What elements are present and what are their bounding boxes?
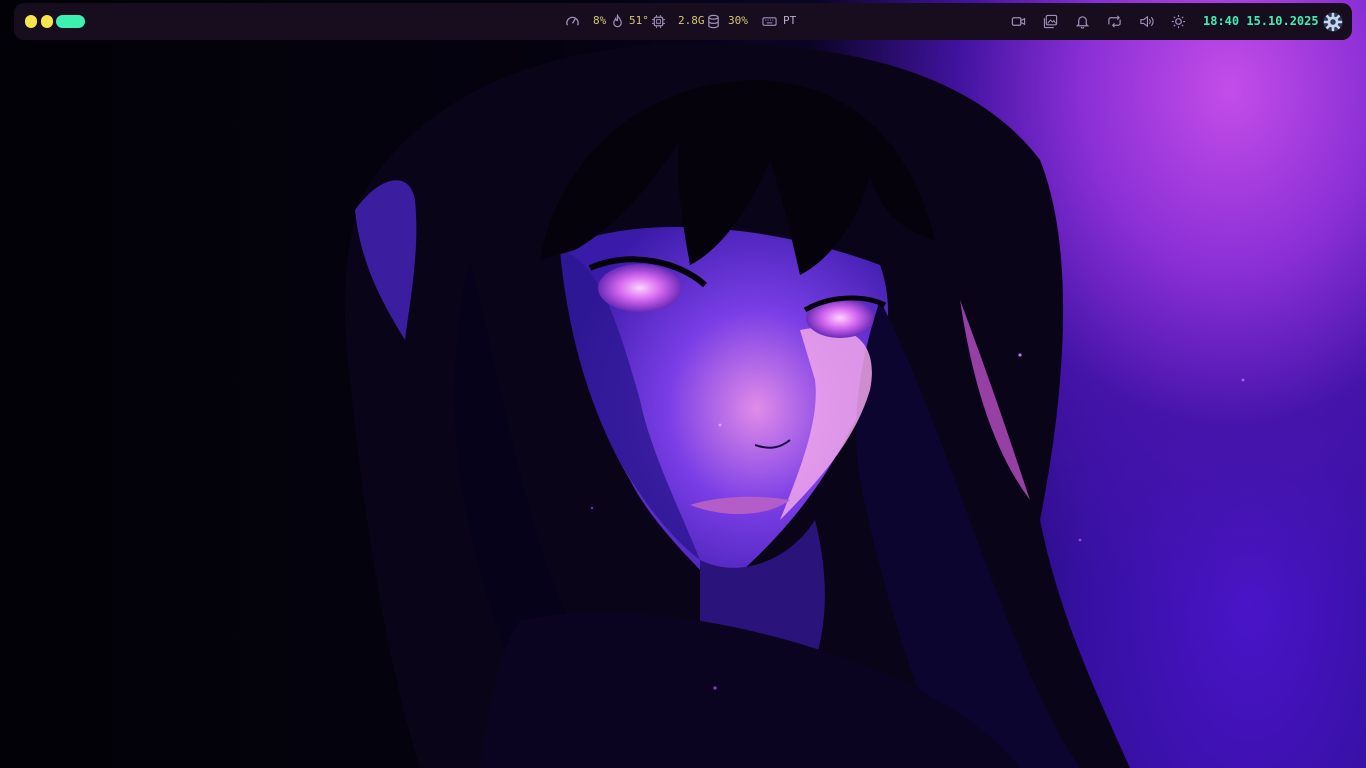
workspace-2-indicator[interactable] xyxy=(41,15,53,28)
workspace-3-indicator-active[interactable] xyxy=(56,15,85,28)
gear-icon[interactable] xyxy=(1322,11,1344,33)
database-icon xyxy=(706,14,721,29)
video-camera-icon[interactable] xyxy=(1011,14,1026,29)
cpu-usage-value[interactable]: 8% xyxy=(593,14,606,28)
workspace-1-indicator[interactable] xyxy=(25,15,37,28)
brightness-icon[interactable] xyxy=(1171,14,1186,29)
speedometer-icon xyxy=(565,14,580,29)
keyboard-icon xyxy=(762,14,777,29)
temperature-value[interactable]: 51° xyxy=(629,14,649,28)
gallery-icon[interactable] xyxy=(1043,14,1058,29)
volume-icon[interactable] xyxy=(1139,14,1154,29)
disk-usage-value[interactable]: 30% xyxy=(728,14,748,28)
repeat-icon[interactable] xyxy=(1107,14,1122,29)
chip-icon xyxy=(651,14,666,29)
memory-usage-value[interactable]: 2.8G xyxy=(678,14,705,28)
top-status-bar: 8% 51° 2.8G 30% PT 18:40 15.10.2025 xyxy=(14,3,1352,40)
wallpaper-illustration xyxy=(344,44,1245,768)
bell-icon[interactable] xyxy=(1075,14,1090,29)
desktop-wallpaper xyxy=(0,0,1366,768)
keyboard-layout-label[interactable]: PT xyxy=(783,14,796,28)
flame-icon xyxy=(610,14,625,29)
clock-datetime[interactable]: 18:40 15.10.2025 xyxy=(1203,14,1319,28)
